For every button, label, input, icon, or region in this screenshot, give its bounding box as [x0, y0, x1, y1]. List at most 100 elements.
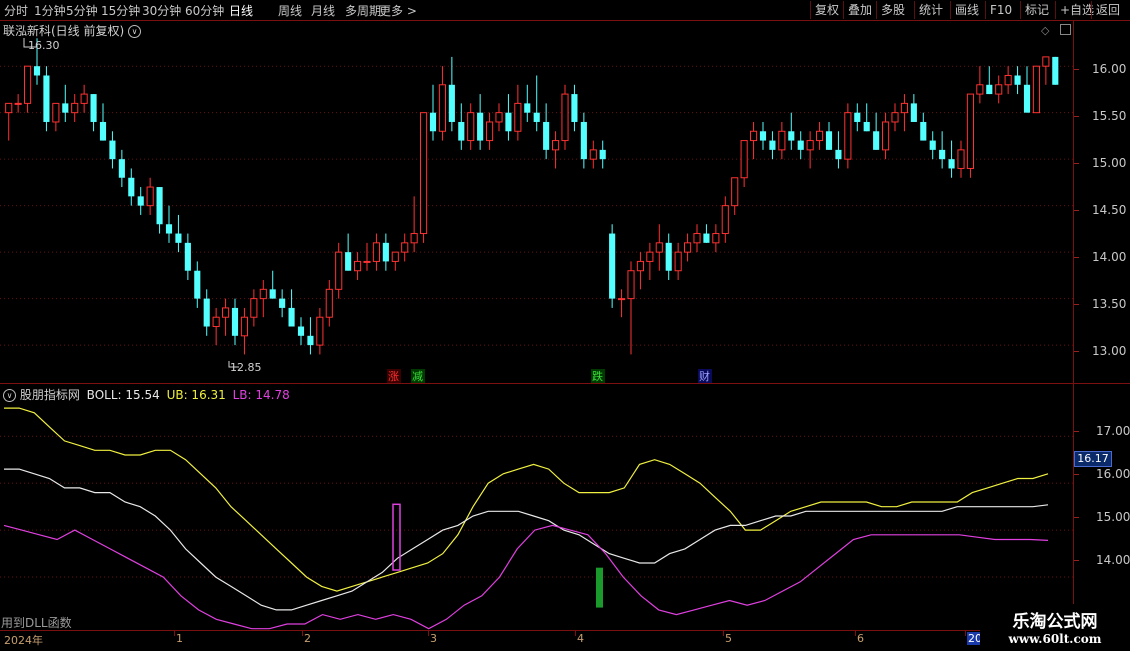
candle	[1042, 56, 1050, 85]
candle	[429, 84, 437, 141]
date-axis-label: 5	[725, 632, 732, 645]
period-tab-6[interactable]: 日线	[229, 2, 253, 19]
toolbar-button-5[interactable]: F10	[985, 1, 1016, 19]
candle	[410, 196, 418, 253]
price-tick-label: 14.00	[1092, 250, 1127, 264]
candle	[674, 242, 682, 281]
candle	[825, 121, 833, 150]
candle	[797, 131, 804, 160]
boll-value: BOLL: 15.54	[86, 388, 160, 402]
candle	[43, 66, 50, 132]
indicator-tick	[1074, 560, 1079, 561]
period-tab-3[interactable]: 15分钟	[101, 2, 140, 19]
chevron-down-icon[interactable]: ∨	[128, 25, 142, 38]
signal-bar-up	[392, 503, 401, 571]
candle	[137, 187, 144, 215]
date-tick	[302, 631, 303, 636]
candle	[854, 103, 861, 132]
price-tick-label: 14.50	[1092, 203, 1127, 217]
candle	[363, 242, 371, 271]
candle	[929, 131, 936, 160]
candle	[316, 307, 324, 355]
candle	[90, 94, 97, 132]
period-tab-7[interactable]: 周线	[278, 2, 302, 19]
candle	[665, 233, 672, 281]
candle	[1032, 65, 1040, 114]
candle	[231, 298, 239, 346]
dll-footnote: 用到DLL函数	[1, 616, 72, 630]
toolbar-button-4[interactable]: 画线	[950, 1, 983, 19]
candle	[335, 242, 343, 299]
candle	[816, 121, 824, 150]
toolbar-button-8[interactable]: 返回	[1091, 1, 1124, 19]
candle	[599, 140, 606, 169]
toolbar-button-0[interactable]: 复权	[810, 1, 843, 19]
indicator-tick	[1074, 474, 1079, 475]
event-marker[interactable]: 减	[412, 370, 423, 383]
period-tab-1[interactable]: 1分钟	[34, 2, 66, 19]
boll-indicator-chart[interactable]	[0, 384, 1073, 630]
event-marker[interactable]: 跌	[592, 369, 603, 383]
price-tick-label: 15.50	[1092, 109, 1127, 123]
chevron-down-icon[interactable]: ∨	[3, 389, 16, 402]
toolbar-button-2[interactable]: 多股	[876, 1, 909, 19]
candle	[957, 140, 965, 178]
candle	[835, 131, 842, 169]
candle	[589, 140, 597, 169]
toolbar-button-3[interactable]: 统计	[914, 1, 947, 19]
candle	[863, 103, 870, 132]
candle	[966, 93, 974, 178]
candle	[354, 252, 362, 281]
date-tick	[855, 631, 856, 636]
candle	[524, 84, 531, 122]
date-axis-label: 1	[176, 632, 183, 645]
period-tab-2[interactable]: 5分钟	[66, 2, 98, 19]
event-marker[interactable]: 财	[699, 369, 710, 383]
candle	[618, 289, 626, 318]
diamond-icon[interactable]: ◇	[1041, 24, 1049, 37]
candle	[467, 103, 475, 150]
indicator-panel[interactable]: ∨ 股朋指标网 BOLL: 15.54 UB: 16.31 LB: 14.78 …	[0, 384, 1073, 630]
main-chart-panel[interactable]: 16.30 12.85 涨减跌财 联泓新科(日线 前复权) ∨ ◇	[0, 21, 1073, 383]
period-tab-9[interactable]: 多周期	[345, 2, 381, 19]
candle	[382, 233, 389, 271]
candle	[52, 102, 60, 132]
candlestick-chart[interactable]: 16.3012.85涨减跌财	[0, 21, 1073, 383]
toolbar-button-1[interactable]: 叠加	[843, 1, 876, 19]
candle	[372, 233, 380, 271]
date-axis-label: 6	[857, 632, 864, 645]
period-tab-4[interactable]: 30分钟	[142, 2, 181, 19]
chart-title: 联泓新科(日线 前复权) ∨	[3, 22, 142, 39]
candle	[14, 94, 22, 113]
date-axis-label: 2024年	[4, 634, 43, 647]
candle	[731, 177, 739, 215]
date-axis: 2024年 1 2 3 4 5 6 20	[0, 630, 1073, 651]
period-tab-8[interactable]: 月线	[311, 2, 335, 19]
candle	[288, 289, 295, 327]
candle	[778, 121, 786, 160]
candle	[806, 131, 814, 169]
candle	[156, 187, 163, 234]
candle	[655, 224, 663, 271]
date-tick	[965, 631, 966, 636]
price-tick	[1074, 257, 1079, 258]
candle	[873, 112, 880, 150]
candle	[788, 112, 795, 150]
toolbar-button-6[interactable]: 标记	[1020, 1, 1053, 19]
period-tab-0[interactable]: 分时	[4, 2, 28, 19]
candle	[420, 112, 428, 243]
lb-value: LB: 14.78	[232, 388, 290, 402]
period-tab-5[interactable]: 60分钟	[185, 2, 224, 19]
candle	[24, 65, 32, 113]
indicator-tick-label: 15.00	[1096, 510, 1130, 524]
candle	[279, 289, 286, 318]
maximize-icon[interactable]	[1060, 24, 1071, 35]
event-marker[interactable]: 涨	[388, 370, 399, 383]
date-tick	[575, 631, 576, 636]
period-tab-10[interactable]: 更多 >	[379, 2, 417, 19]
candle	[976, 66, 984, 104]
date-axis-label: 4	[577, 632, 584, 645]
candle	[646, 242, 654, 281]
candle	[900, 94, 908, 132]
candle	[759, 121, 767, 150]
